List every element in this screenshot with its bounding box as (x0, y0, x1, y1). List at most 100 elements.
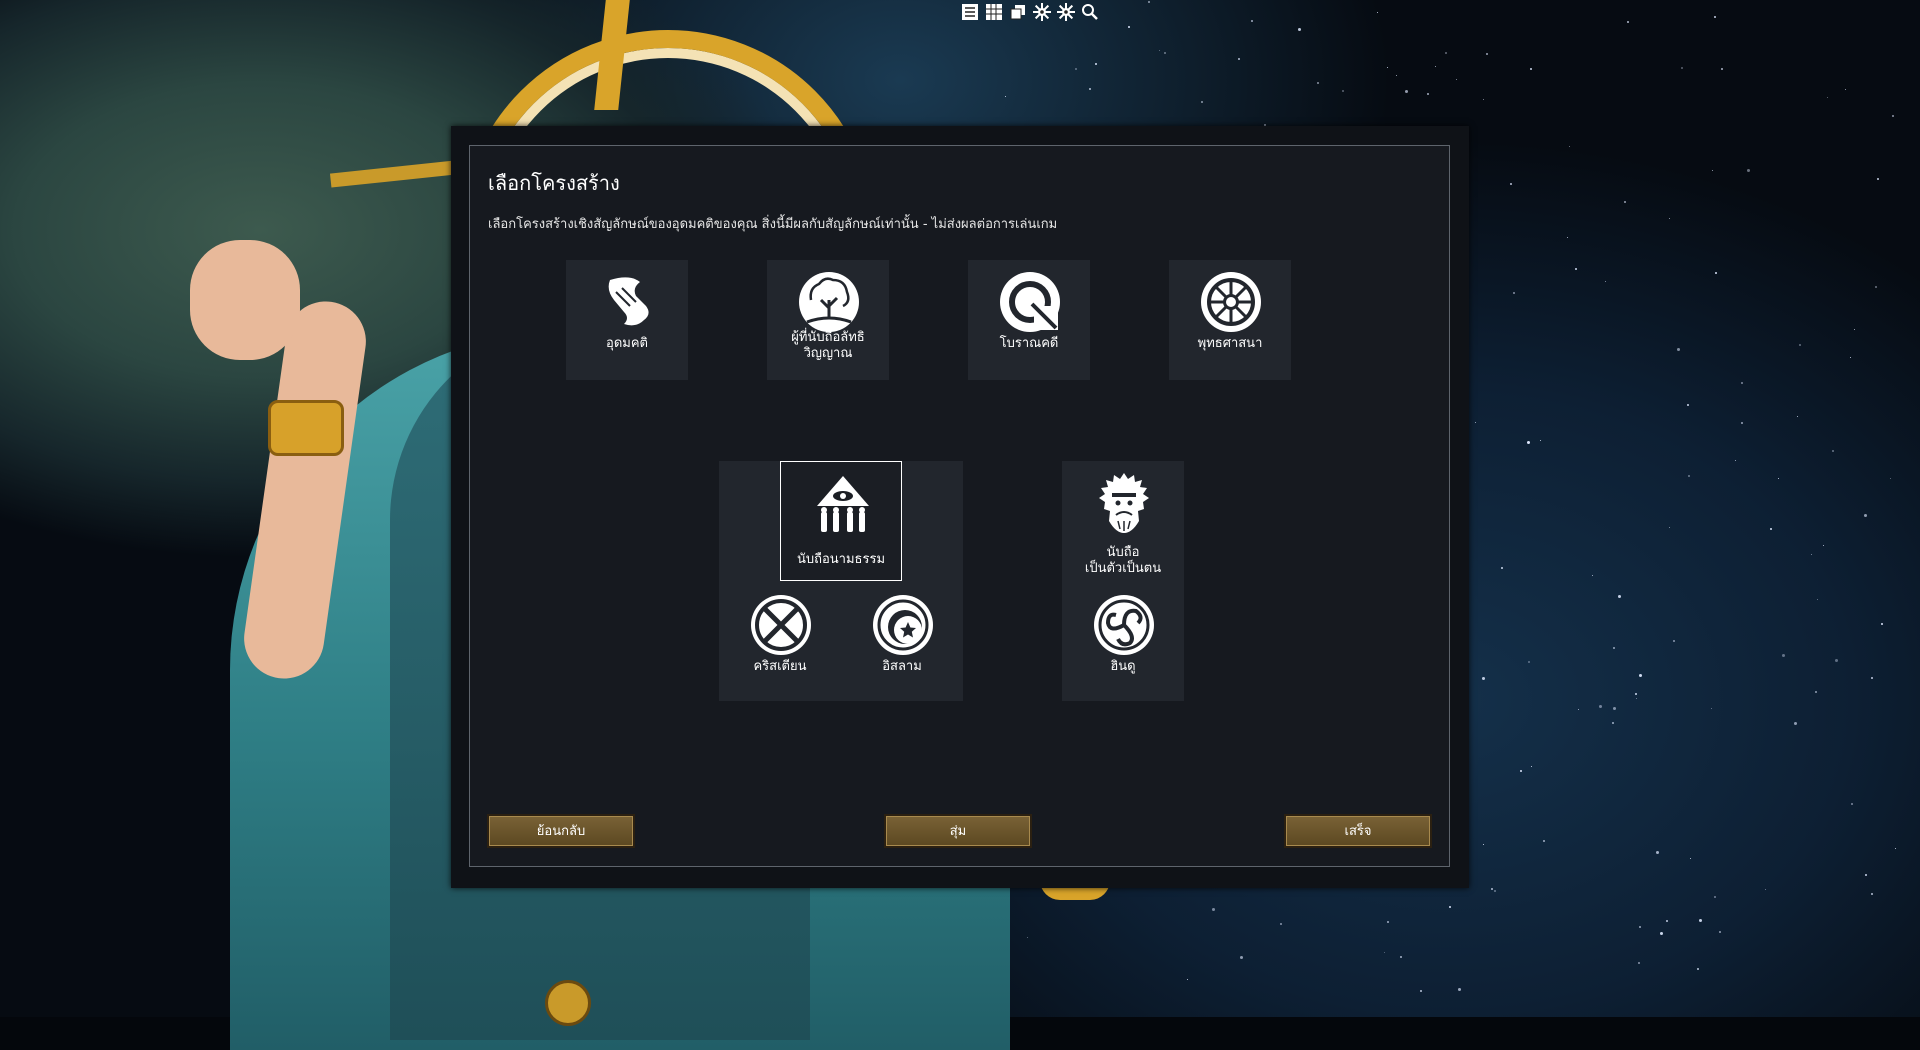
tree-icon (799, 272, 859, 332)
star (1636, 697, 1638, 699)
star (1718, 930, 1721, 933)
star (1500, 567, 1503, 570)
star (1128, 26, 1131, 29)
option-label: นับถือนามธรรม (796, 552, 886, 567)
option-hinduism[interactable]: ฮินดู (1062, 583, 1184, 703)
star (1405, 90, 1409, 94)
layers-icon[interactable] (1008, 3, 1028, 23)
star (1482, 676, 1486, 680)
star (1612, 646, 1615, 649)
star (1483, 843, 1484, 845)
star (1781, 654, 1785, 658)
star (1384, 951, 1386, 953)
scroll-icon (608, 277, 649, 326)
star (1540, 439, 1542, 441)
star (1880, 622, 1883, 625)
star (1491, 887, 1494, 890)
star (1527, 660, 1530, 663)
option-islam[interactable]: อิสลาม (841, 583, 963, 703)
star (1871, 893, 1874, 896)
star (1681, 66, 1684, 69)
star (1713, 15, 1716, 18)
star (1686, 403, 1689, 406)
star (1577, 708, 1579, 710)
option-ideology[interactable]: อุดมคติ (566, 260, 688, 380)
crescent-star-icon (873, 595, 933, 655)
star (1765, 888, 1767, 890)
star (1714, 272, 1717, 275)
star (1158, 50, 1160, 52)
star (1797, 415, 1799, 417)
star (1386, 920, 1389, 923)
star (1864, 874, 1867, 877)
star (1870, 676, 1873, 679)
option-label: คริสเตียน (753, 659, 807, 674)
star (1635, 693, 1638, 696)
star (1815, 690, 1818, 693)
star (1697, 968, 1700, 970)
star (1823, 545, 1825, 547)
star (1604, 280, 1606, 282)
dialog-title: เลือกโครงสร้าง (488, 171, 620, 195)
random-button[interactable]: สุ่ม (884, 814, 1032, 848)
star (1342, 90, 1345, 93)
option-animism[interactable]: ผู้ที่นับถือลัทธิ วิญญาณ (767, 260, 889, 380)
option-label-line2: เป็นตัวเป็นตน (1084, 561, 1162, 576)
star (1832, 449, 1835, 452)
star (1455, 78, 1457, 80)
star (1509, 183, 1512, 186)
star (1519, 770, 1522, 773)
star (1877, 177, 1880, 180)
character-pendant (545, 980, 591, 1026)
settings-icon[interactable] (1032, 3, 1052, 23)
search-icon[interactable] (1080, 3, 1100, 23)
star (1811, 554, 1813, 556)
option-label: อิสลาม (882, 659, 922, 674)
star (1482, 99, 1484, 101)
star (1660, 931, 1664, 935)
character-hand (190, 240, 300, 360)
star (1850, 356, 1852, 358)
done-button[interactable]: เสร็จ (1284, 814, 1432, 848)
star (1688, 474, 1691, 477)
star (1735, 460, 1737, 462)
table-icon[interactable] (984, 3, 1004, 23)
star (1799, 344, 1802, 347)
star (1875, 285, 1878, 288)
star (1148, 0, 1151, 3)
option-label: ผู้ที่นับถือลัทธิ (791, 330, 865, 345)
star (1317, 81, 1320, 84)
star (1892, 114, 1895, 117)
option-label: นับถือ (1106, 545, 1140, 560)
settings-alt-icon[interactable] (1056, 3, 1076, 23)
option-monotheism[interactable]: นับถือนามธรรม (780, 461, 902, 581)
star (1713, 896, 1716, 899)
option-archaic[interactable]: โบราณคดี (968, 260, 1090, 380)
star (1399, 955, 1402, 958)
back-button[interactable]: ย้อนกลับ (487, 814, 635, 848)
star (1599, 704, 1603, 708)
star (1542, 840, 1545, 843)
star (1095, 63, 1097, 66)
star (1004, 95, 1006, 97)
star (1493, 889, 1496, 892)
star (1592, 575, 1594, 577)
option-label: โบราณคดี (999, 336, 1059, 351)
star (1434, 66, 1436, 68)
option-christianity[interactable]: คริสเตียน (719, 583, 841, 703)
star (1512, 291, 1515, 294)
star (1626, 21, 1629, 24)
star (1613, 707, 1617, 711)
star (1420, 990, 1423, 993)
star (1486, 52, 1489, 55)
star (1863, 514, 1867, 518)
option-polytheism[interactable]: นับถือ เป็นตัวเป็นตน (1062, 461, 1184, 581)
star (1238, 57, 1241, 60)
star (1676, 348, 1680, 352)
star (1569, 146, 1571, 148)
list-icon[interactable] (960, 3, 980, 23)
star (1638, 961, 1641, 964)
star (1720, 68, 1723, 71)
dharma-wheel-icon (1201, 272, 1261, 332)
option-buddhism[interactable]: พุทธศาสนา (1169, 260, 1291, 380)
